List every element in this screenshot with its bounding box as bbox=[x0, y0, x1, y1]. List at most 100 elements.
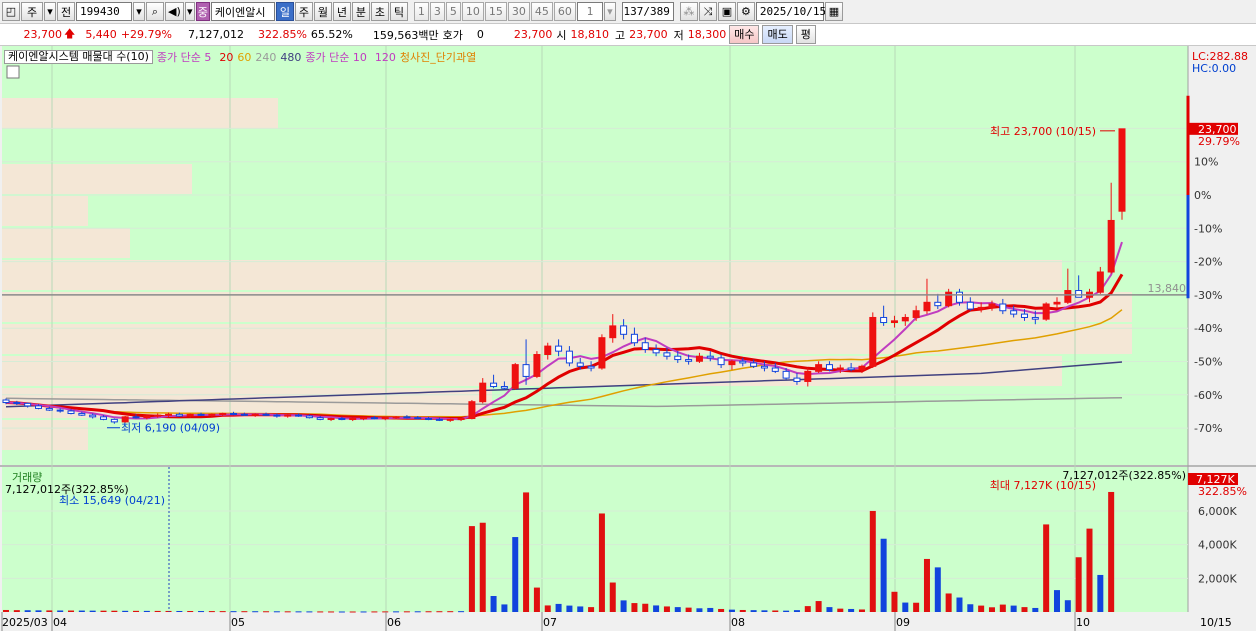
month-label: 04 bbox=[53, 616, 67, 629]
volume-bar bbox=[403, 611, 410, 613]
month-label: 08 bbox=[731, 616, 745, 629]
candle-body bbox=[934, 301, 942, 307]
market-dropdown-icon[interactable]: ▾ bbox=[44, 2, 56, 21]
candle-body bbox=[479, 382, 487, 403]
save-icon[interactable]: ▣ bbox=[717, 2, 736, 21]
stock-name-field[interactable]: 케이엔알시 bbox=[210, 2, 275, 21]
interval-45-button[interactable]: 45 bbox=[530, 2, 553, 21]
interval-3-button[interactable]: 3 bbox=[429, 2, 445, 21]
candle-body bbox=[717, 357, 725, 366]
period-second-button[interactable]: 초 bbox=[370, 2, 389, 21]
volume-bar bbox=[533, 587, 540, 612]
period-minute-button[interactable]: 분 bbox=[351, 2, 370, 21]
legend-ma-price-label[interactable]: 종가 단순 5 bbox=[157, 49, 211, 65]
candle-body bbox=[652, 348, 660, 354]
toolbar: ◰ 주 ▾ 전 199430 ▾ ⌕ ◀) ▾ 중 케이엔알시 일 주 월 년 … bbox=[0, 0, 1256, 24]
volume-axis-label: 4,000K bbox=[1198, 539, 1237, 552]
period-tick-button[interactable]: 틱 bbox=[389, 2, 408, 21]
interval-1-button[interactable]: 1 bbox=[413, 2, 429, 21]
candle-body bbox=[1010, 310, 1018, 315]
search-icon[interactable]: ⌕ bbox=[146, 2, 164, 21]
interval-60-button[interactable]: 60 bbox=[553, 2, 576, 21]
volume-bar bbox=[133, 610, 140, 612]
volume-bar bbox=[902, 602, 909, 612]
date-input[interactable]: 2025/10/15 bbox=[755, 2, 826, 21]
candle-body bbox=[175, 413, 183, 417]
volume-bar bbox=[620, 600, 627, 612]
code-dropdown-icon[interactable]: ▾ bbox=[133, 2, 145, 21]
volume-bar bbox=[772, 610, 779, 612]
candle-body bbox=[544, 345, 552, 356]
speaker-icon[interactable]: ◀) bbox=[165, 2, 184, 21]
volume-bar bbox=[154, 610, 161, 612]
candle-body bbox=[392, 416, 400, 419]
volume-bar bbox=[13, 610, 20, 612]
month-label: 05 bbox=[231, 616, 245, 629]
sell-button[interactable]: 매도 bbox=[762, 25, 793, 44]
candle-body bbox=[110, 418, 118, 423]
volume-profile-bar bbox=[2, 196, 88, 226]
legend-vma-label[interactable]: 종가 단순 10 bbox=[305, 49, 366, 65]
gear-icon[interactable]: ⚙ bbox=[736, 2, 755, 21]
interval-10-button[interactable]: 10 bbox=[461, 2, 484, 21]
window-menu-icon[interactable]: ◰ bbox=[2, 2, 20, 21]
candle-body bbox=[760, 365, 768, 369]
period-month-button[interactable]: 월 bbox=[313, 2, 332, 21]
eval-button[interactable]: 평 bbox=[795, 25, 816, 44]
candle-body bbox=[511, 364, 519, 389]
calendar-icon[interactable]: ▦ bbox=[824, 2, 843, 21]
volume-bar bbox=[663, 606, 670, 612]
period-day-button[interactable]: 일 bbox=[275, 2, 294, 21]
volume-bar bbox=[858, 609, 865, 612]
candle-body bbox=[858, 365, 866, 371]
candle-body bbox=[67, 410, 75, 414]
current-price: 23,700 bbox=[23, 28, 63, 41]
candle-body bbox=[251, 413, 259, 416]
legend-ma-60: 60 bbox=[237, 50, 252, 64]
chart-area[interactable]: 13,840 최고 23,700 (10/15) 최저 6,190 (04/09) 2… bbox=[0, 46, 1256, 631]
candle-body bbox=[197, 413, 205, 416]
candle-body bbox=[555, 345, 563, 352]
price-chart-svg[interactable]: 13,840 최고 23,700 (10/15) 최저 6,190 (04/09) 2… bbox=[0, 46, 1256, 631]
volume-bar bbox=[468, 526, 475, 612]
change-rate: +29.79% bbox=[120, 28, 172, 41]
interval-custom-input[interactable]: 1 bbox=[576, 2, 603, 21]
speaker-dropdown-icon[interactable]: ▾ bbox=[184, 2, 195, 21]
candle-body bbox=[771, 367, 779, 372]
bar-count-field[interactable]: 137/389 bbox=[621, 2, 674, 21]
volume-bar bbox=[609, 582, 616, 612]
reference-line-label: 13,840 bbox=[1148, 282, 1187, 295]
volume-bar bbox=[566, 605, 573, 612]
interval-15-button[interactable]: 15 bbox=[484, 2, 507, 21]
volume-bar bbox=[642, 603, 649, 612]
candle-body bbox=[955, 291, 963, 303]
candle-body bbox=[598, 337, 606, 369]
volume-bar bbox=[317, 611, 324, 613]
volume-bar bbox=[1097, 574, 1104, 612]
pct-axis-label: -30% bbox=[1194, 289, 1222, 302]
period-week-button[interactable]: 주 bbox=[294, 2, 313, 21]
interval-30-button[interactable]: 30 bbox=[507, 2, 530, 21]
interval-5-button[interactable]: 5 bbox=[445, 2, 461, 21]
volume-bar bbox=[804, 606, 811, 612]
legend-signal[interactable]: 청사진_단기과열 bbox=[400, 49, 476, 65]
candle-body bbox=[999, 303, 1007, 312]
all-button[interactable]: 전 bbox=[57, 2, 75, 21]
turnover-rate: 65.52% bbox=[310, 28, 353, 41]
period-year-button[interactable]: 년 bbox=[332, 2, 351, 21]
open-label: 시 bbox=[556, 28, 567, 42]
chart-tool-icon[interactable]: ⤨ bbox=[698, 2, 717, 21]
stock-code-input[interactable]: 199430 bbox=[76, 2, 132, 21]
market-type-select[interactable]: 주 bbox=[21, 2, 43, 21]
candle-body bbox=[89, 414, 97, 418]
link-icon[interactable]: ⁂ bbox=[679, 2, 698, 21]
volume-bar bbox=[349, 611, 356, 613]
buy-button[interactable]: 매수 bbox=[729, 25, 760, 44]
volume-bar bbox=[577, 606, 584, 612]
legend-volume-profile[interactable]: 케이엔알시스템 매물대 수(10) bbox=[4, 50, 153, 64]
interval-dropdown-icon[interactable]: ▾ bbox=[603, 2, 616, 21]
candle-body bbox=[240, 413, 248, 416]
candle-body bbox=[446, 418, 454, 421]
candle-body bbox=[500, 386, 508, 389]
volume-bar bbox=[89, 610, 96, 612]
